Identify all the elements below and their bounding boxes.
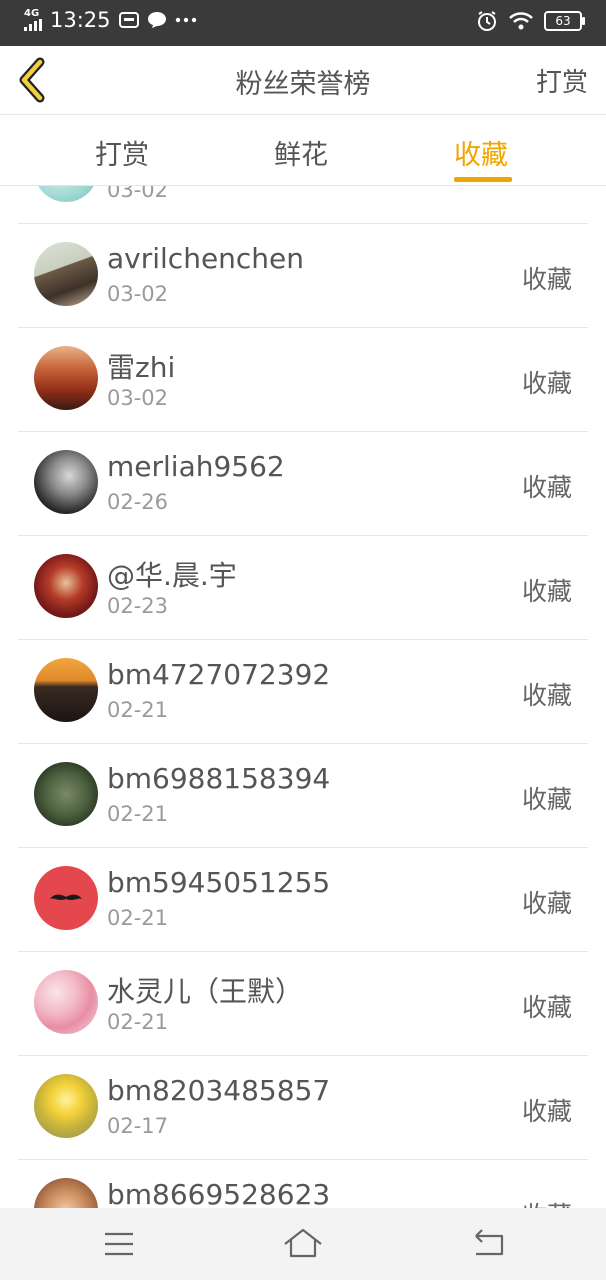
fan-list: 03-02 avrilchenchen 03-02 收藏 雷zhi 03-02 … xyxy=(0,186,606,1208)
avatar xyxy=(34,866,98,930)
avatar xyxy=(34,658,98,722)
list-item[interactable]: bm8669528623 收藏 xyxy=(18,1160,588,1208)
avatar xyxy=(34,450,98,514)
list-item-date: 03-02 xyxy=(107,386,169,410)
avatar xyxy=(34,1074,98,1138)
list-item-name: bm8203485857 xyxy=(107,1074,331,1107)
list-item[interactable]: @华.晨.宇 02-23 收藏 xyxy=(18,536,588,640)
avatar xyxy=(34,970,98,1034)
menu-icon[interactable] xyxy=(99,1224,139,1264)
more-icon xyxy=(175,17,196,23)
list-item[interactable]: 水灵儿（王默） 02-21 收藏 xyxy=(18,952,588,1056)
favorite-label: 收藏 xyxy=(522,1196,572,1208)
nav-bar: 粉丝荣誉榜 打赏 xyxy=(0,46,606,115)
tab-flowers[interactable]: 鲜花 xyxy=(274,133,328,172)
home-icon[interactable] xyxy=(283,1224,323,1264)
avatar xyxy=(34,762,98,826)
list-item[interactable]: bm8203485857 02-17 收藏 xyxy=(18,1056,588,1160)
list-item-date: 02-21 xyxy=(107,906,169,930)
list-item-date: 03-02 xyxy=(107,186,169,202)
chat-icon xyxy=(147,12,166,28)
list-item-name: @华.晨.宇 xyxy=(107,559,237,592)
avatar xyxy=(34,346,98,410)
favorite-label: 收藏 xyxy=(521,369,572,398)
mustache-icon xyxy=(50,894,82,900)
status-bar: 4G 13:25 63 xyxy=(0,0,606,46)
avatar xyxy=(34,554,98,618)
favorite-label: 收藏 xyxy=(521,889,572,918)
back-icon[interactable] xyxy=(468,1224,508,1264)
page-title: 粉丝荣誉榜 xyxy=(235,69,371,100)
list-item-name: 雷zhi xyxy=(107,351,176,384)
list-item[interactable]: bm5945051255 02-21 收藏 xyxy=(18,848,588,952)
list-item-name: bm4727072392 xyxy=(107,658,331,691)
list-item-name: 水灵儿（王默） xyxy=(107,975,304,1008)
status-bar-right: 63 xyxy=(476,10,585,32)
list-item[interactable]: bm6988158394 02-21 收藏 xyxy=(18,744,588,848)
list-item[interactable]: bm4727072392 02-21 收藏 xyxy=(18,640,588,744)
active-tab-indicator xyxy=(454,177,512,182)
list-item-date: 02-26 xyxy=(107,490,169,514)
list-item-name: avrilchenchen xyxy=(107,242,305,275)
tab-reward[interactable]: 打赏 xyxy=(95,133,149,172)
avatar xyxy=(34,242,98,306)
list-item[interactable]: merliah9562 02-26 收藏 xyxy=(18,432,588,536)
list-item-date: 03-02 xyxy=(107,282,169,306)
favorite-label: 收藏 xyxy=(521,1097,572,1126)
favorite-label: 收藏 xyxy=(521,265,572,294)
list-item-date: 02-17 xyxy=(107,1114,169,1138)
avatar xyxy=(34,1178,98,1208)
list-item-name: bm5945051255 xyxy=(107,866,331,899)
list-item[interactable]: avrilchenchen 03-02 收藏 xyxy=(18,224,588,328)
list-item-date: 02-23 xyxy=(107,594,169,618)
list-item-name: merliah9562 xyxy=(107,450,285,483)
favorite-label: 收藏 xyxy=(521,785,572,814)
battery-icon: 63 xyxy=(544,11,585,31)
alarm-icon xyxy=(478,11,496,31)
status-bar-left: 4G 13:25 xyxy=(24,8,197,32)
network-type: 4G xyxy=(24,8,40,19)
list-item[interactable]: 雷zhi 03-02 收藏 xyxy=(18,328,588,432)
list-item[interactable]: 03-02 xyxy=(18,186,588,224)
battery-level: 63 xyxy=(555,14,571,28)
list-item-name: bm8669528623 xyxy=(107,1178,331,1208)
favorite-label: 收藏 xyxy=(521,681,572,710)
system-nav-bar xyxy=(0,1208,606,1280)
message-icon xyxy=(118,12,139,28)
list-item-date: 02-21 xyxy=(107,1010,169,1034)
list-item-name: bm6988158394 xyxy=(107,762,331,795)
avatar xyxy=(34,186,98,202)
favorite-label: 收藏 xyxy=(521,993,572,1022)
favorite-label: 收藏 xyxy=(521,577,572,606)
list-item-date: 02-21 xyxy=(107,802,169,826)
wifi-icon xyxy=(509,12,533,30)
reward-button[interactable]: 打赏 xyxy=(536,62,588,99)
tab-bar: 打赏 鲜花 收藏 xyxy=(0,115,606,186)
signal-icon: 4G xyxy=(24,9,42,31)
list-item-date: 02-21 xyxy=(107,698,169,722)
tab-favorites[interactable]: 收藏 xyxy=(454,133,508,172)
favorite-label: 收藏 xyxy=(521,473,572,502)
clock: 13:25 xyxy=(50,8,111,32)
